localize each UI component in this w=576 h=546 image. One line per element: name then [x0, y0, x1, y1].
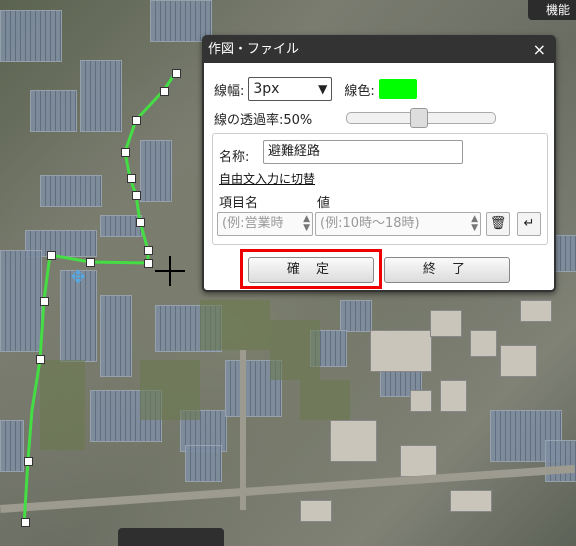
route-vertex[interactable]: [127, 174, 136, 183]
end-button[interactable]: 終 了: [384, 257, 510, 283]
route-vertex[interactable]: [136, 218, 145, 227]
name-label: 名称:: [219, 150, 250, 165]
draw-file-dialog: 作図・ファイル × 線幅: 3px ▼ 線色: 線の透過率:50% 名称: 避難…: [202, 35, 556, 292]
item-name-input[interactable]: (例:営業時 ▲ ▼: [217, 212, 313, 236]
line-width-select[interactable]: 3px ▼: [248, 77, 333, 101]
line-color-label: 線色:: [344, 83, 375, 99]
opacity-label: 線の透過率:50%: [214, 113, 313, 128]
route-vertex[interactable]: [172, 69, 181, 78]
route-vertex[interactable]: [47, 251, 56, 260]
route-vertex[interactable]: [21, 518, 30, 527]
line-width-label: 線幅:: [214, 83, 245, 99]
spinner-icon[interactable]: ▲ ▼: [303, 215, 310, 233]
name-input[interactable]: 避難経路: [263, 140, 463, 164]
line-width-value: 3px: [253, 81, 280, 97]
close-icon[interactable]: ×: [533, 37, 546, 63]
route-vertex[interactable]: [24, 457, 33, 466]
item-name-placeholder: (例:営業時: [222, 216, 284, 231]
line-color-swatch[interactable]: [378, 79, 417, 99]
route-vertex[interactable]: [144, 259, 153, 268]
move-icon[interactable]: ✥: [68, 268, 88, 288]
route-vertex[interactable]: [132, 191, 141, 200]
crosshair-cursor-icon: [155, 256, 185, 286]
value-input[interactable]: (例:10時〜18時) ▲ ▼: [315, 212, 481, 236]
trash-icon[interactable]: 🗑: [486, 212, 510, 236]
bottom-toolbar[interactable]: [118, 528, 224, 546]
spinner-icon[interactable]: ▲ ▼: [471, 215, 478, 233]
route-vertex[interactable]: [86, 258, 95, 267]
opacity-slider-thumb[interactable]: [410, 108, 428, 128]
free-text-toggle-link[interactable]: 自由文入力に切替: [219, 170, 315, 187]
route-vertex[interactable]: [160, 87, 169, 96]
attribute-panel: 名称: 避難経路 自由文入力に切替 項目名 値 (例:営業時 ▲ ▼ (例:10時…: [212, 133, 548, 245]
dialog-title: 作図・ファイル: [208, 42, 300, 57]
function-menu-button[interactable]: 機能: [528, 0, 576, 20]
route-vertex[interactable]: [144, 246, 153, 255]
route-vertex[interactable]: [36, 355, 45, 364]
item-name-header: 項目名: [219, 196, 259, 211]
route-vertex[interactable]: [40, 297, 49, 306]
chevron-down-icon: ▼: [318, 82, 328, 96]
value-placeholder: (例:10時〜18時): [320, 216, 420, 231]
enter-icon[interactable]: ↵: [517, 212, 541, 236]
route-vertex[interactable]: [121, 148, 130, 157]
dialog-titlebar[interactable]: 作図・ファイル ×: [204, 37, 554, 63]
route-vertex[interactable]: [132, 116, 141, 125]
highlight-box: [240, 249, 382, 289]
value-header: 値: [317, 196, 331, 211]
